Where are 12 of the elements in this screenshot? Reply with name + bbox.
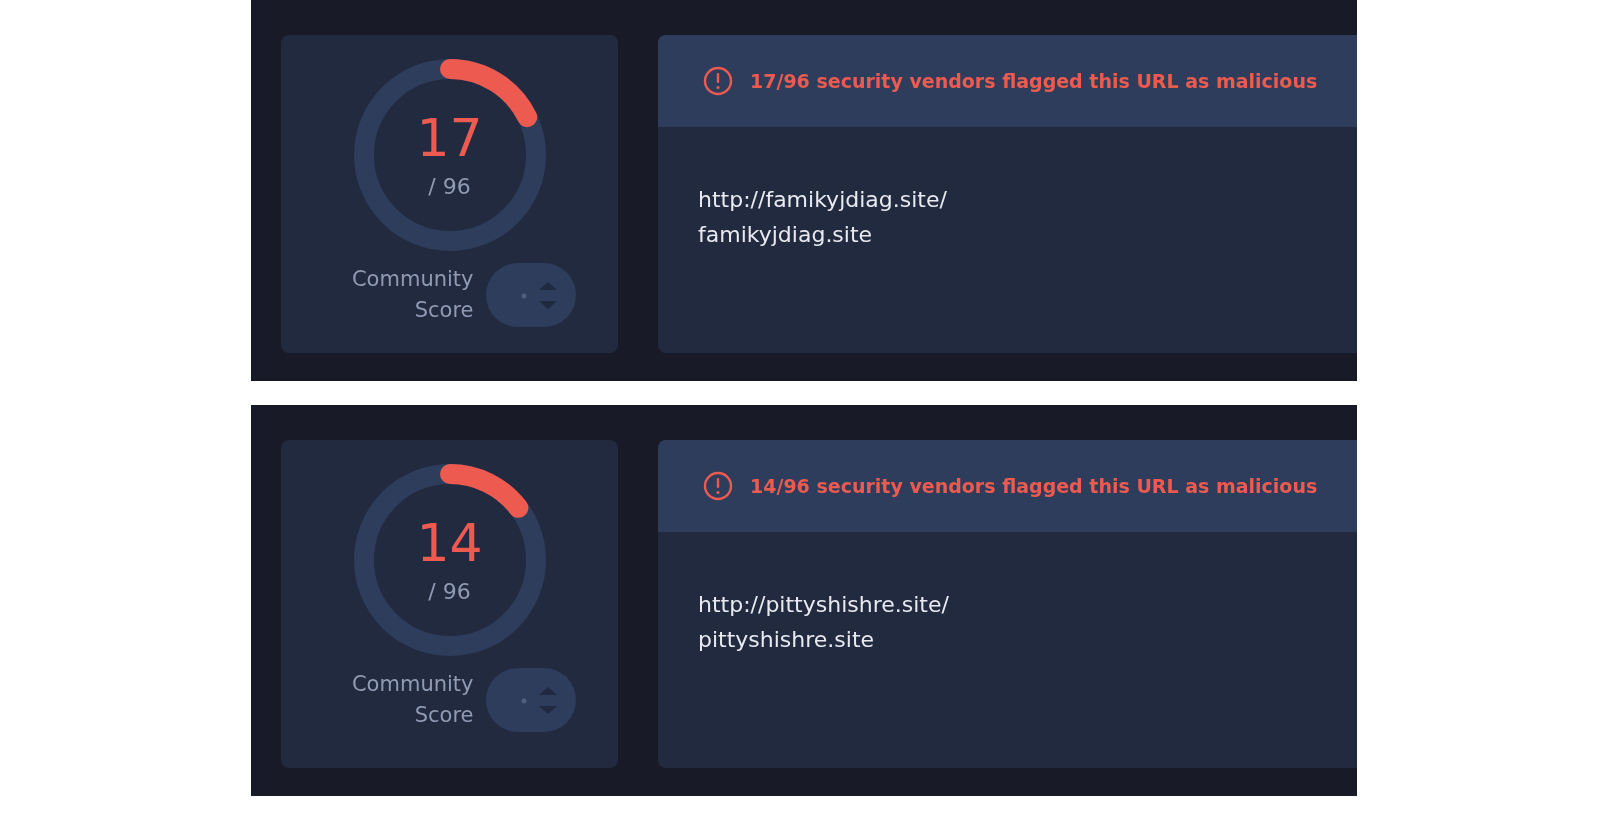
community-score-label: Community Score [350,265,474,324]
score-value: 17 [416,111,483,164]
score-total: / 96 [428,173,471,199]
alert-text: 14/96 security vendors flagged this URL as malicious [750,475,1318,497]
domain-text: famikyjdiag.site [698,222,874,247]
url-text: http://famikyjdiag.site/ [698,187,948,212]
domain-text: pittyshishre.site [698,627,876,652]
score-total: / 96 [428,578,471,604]
community-score-label: Community Score [350,670,474,729]
alert-text: 17/96 security vendors flagged this URL as malicious [750,70,1318,92]
url-text: http://pittyshishre.site/ [698,592,950,617]
score-value: 14 [416,516,483,569]
